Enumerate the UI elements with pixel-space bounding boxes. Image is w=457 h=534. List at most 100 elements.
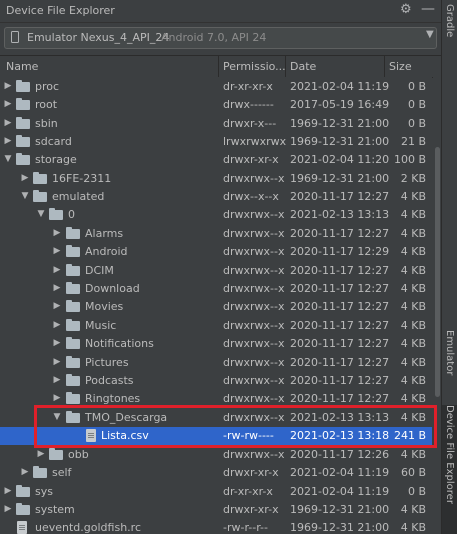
file-date: 2020-11-17 12:27 — [290, 264, 390, 277]
collapsed-arrow-icon[interactable]: ▶ — [3, 118, 13, 128]
collapsed-arrow-icon[interactable]: ▶ — [52, 375, 62, 385]
file-permissions: drwxrwx--x — [223, 392, 285, 405]
expanded-arrow-icon[interactable]: ▼ — [20, 191, 30, 201]
expanded-arrow-icon[interactable]: ▼ — [36, 209, 46, 219]
tree-row[interactable]: ▶ sys dr-xr-xr-x 2021-02-04 11:19 0 B — [0, 483, 432, 501]
collapsed-arrow-icon[interactable]: ▶ — [3, 99, 13, 109]
collapsed-arrow-icon[interactable]: ▶ — [3, 136, 13, 146]
collapsed-arrow-icon[interactable]: ▶ — [20, 173, 30, 183]
file-date: 1969-12-31 21:00 — [290, 521, 390, 534]
collapsed-arrow-icon[interactable]: ▶ — [52, 393, 62, 403]
symlink-folder-icon — [16, 135, 30, 147]
collapsed-arrow-icon[interactable]: ▶ — [52, 301, 62, 311]
tree-row[interactable]: ▶ Alarms drwxrwx--x 2020-11-17 12:27 4 KB — [0, 225, 432, 243]
file-permissions: drwx--x--x — [223, 190, 279, 203]
file-size: 100 B — [393, 153, 426, 166]
file-name: DCIM — [85, 264, 114, 277]
tree-row[interactable]: ▶ Download drwxrwx--x 2020-11-17 12:27 4 KB — [0, 280, 432, 298]
device-selector[interactable]: Emulator Nexus_4_API_24 Android 7.0, API… — [4, 27, 437, 49]
collapsed-arrow-icon[interactable]: ▶ — [52, 320, 62, 330]
file-name: sys — [35, 485, 53, 498]
tree-row[interactable]: ▶ Music drwxrwx--x 2020-11-17 12:27 4 KB — [0, 317, 432, 335]
column-divider[interactable] — [285, 56, 286, 77]
vertical-scrollbar[interactable] — [433, 77, 441, 534]
expanded-arrow-icon[interactable]: ▼ — [3, 154, 13, 164]
gear-icon[interactable]: ⚙ — [400, 2, 412, 17]
file-name: Download — [85, 282, 140, 295]
file-name: emulated — [52, 190, 105, 203]
file-size: 4 KB — [400, 227, 426, 240]
tree-row[interactable]: ▶ Pictures drwxrwx--x 2020-11-17 12:27 4 KB — [0, 354, 432, 372]
file-name: root — [35, 98, 58, 111]
column-divider[interactable] — [218, 56, 219, 77]
file-size: 4 KB — [400, 190, 426, 203]
tree-row[interactable]: ▶ Podcasts drwxrwx--x 2020-11-17 12:27 4 KB — [0, 372, 432, 390]
collapsed-arrow-icon[interactable]: ▶ — [3, 486, 13, 496]
collapsed-arrow-icon[interactable]: ▶ — [3, 504, 13, 514]
tree-row[interactable]: ▶ obb drwxrwx--x 2020-11-17 12:26 4 KB — [0, 446, 432, 464]
tree-row[interactable]: ▶ self drwxr-xr-x 2021-02-04 11:19 60 B — [0, 464, 432, 482]
tab-device-file-explorer-label: Device File Explorer — [444, 405, 455, 504]
minimize-icon[interactable]: — — [421, 1, 435, 17]
file-name: Movies — [85, 300, 124, 313]
tree-row[interactable]: ▶ proc dr-xr-xr-x 2021-02-04 11:19 0 B — [0, 78, 432, 96]
file-size: 0 B — [407, 98, 426, 111]
tree-row[interactable]: ▼ storage drwxr-xr-x 2021-02-04 11:20 100 B — [0, 151, 432, 169]
tree-row[interactable]: ▼ emulated drwx--x--x 2020-11-17 12:27 4 KB — [0, 188, 432, 206]
tree-row[interactable]: ▶ DCIM drwxrwx--x 2020-11-17 12:27 4 KB — [0, 262, 432, 280]
column-permissions[interactable]: Permissio... — [223, 60, 286, 73]
column-name[interactable]: Name — [6, 60, 38, 73]
scrollbar-thumb[interactable] — [435, 147, 440, 397]
folder-icon — [16, 153, 30, 165]
tree-row[interactable]: ▶ sdcard lrwxrwxrwx 1969-12-31 21:00 21 B — [0, 133, 432, 151]
chevron-down-icon[interactable]: ▼ — [426, 29, 434, 40]
file-icon — [17, 521, 27, 534]
tree-row[interactable]: ▶ Movies drwxrwx--x 2020-11-17 12:27 4 KB — [0, 298, 432, 316]
tab-emulator[interactable]: Emulator — [442, 330, 457, 400]
file-permissions: drwxrwx--x — [223, 374, 285, 387]
collapsed-arrow-icon[interactable]: ▶ — [52, 338, 62, 348]
tree-row[interactable]: ▶ 16FE-2311 drwxrwx--x 1969-12-31 21:00 2 KB — [0, 170, 432, 188]
file-date: 2020-11-17 12:29 — [290, 245, 390, 258]
collapsed-arrow-icon[interactable]: ▶ — [3, 81, 13, 91]
file-permissions: dr-xr-xr-x — [223, 80, 273, 93]
column-size[interactable]: Size — [389, 60, 412, 73]
tree-row[interactable]: ▼ 0 drwxrwx--x 2021-02-13 13:13 4 KB — [0, 206, 432, 224]
file-permissions: lrwxrwxrwx — [223, 135, 287, 148]
file-permissions: drwxrwx--x — [223, 245, 285, 258]
file-name: ueventd.goldfish.rc — [35, 521, 141, 534]
tab-gradle[interactable]: Gradle — [442, 4, 457, 64]
folder-icon — [16, 98, 30, 110]
tree-row[interactable]: ueventd.goldfish.rc -rw-r--r-- 1969-12-31 … — [0, 519, 432, 534]
collapsed-arrow-icon[interactable]: ▶ — [20, 467, 30, 477]
file-permissions: drwxrwx--x — [223, 172, 285, 185]
file-permissions: drwxrwx--x — [223, 282, 285, 295]
file-tree: ▶ proc dr-xr-xr-x 2021-02-04 11:19 0 B ▶ root… — [0, 77, 432, 534]
column-date[interactable]: Date — [290, 60, 316, 73]
file-date: 2020-11-17 12:27 — [290, 337, 390, 350]
collapsed-arrow-icon[interactable]: ▶ — [36, 449, 46, 459]
file-permissions: dr-xr-xr-x — [223, 485, 273, 498]
tree-row[interactable]: ▶ Android drwxrwx--x 2020-11-17 12:29 4 KB — [0, 243, 432, 261]
collapsed-arrow-icon[interactable]: ▶ — [52, 357, 62, 367]
file-date: 2020-11-17 12:27 — [290, 300, 390, 313]
collapsed-arrow-icon[interactable]: ▶ — [52, 265, 62, 275]
file-size: 4 KB — [400, 264, 426, 277]
file-size: 4 KB — [400, 503, 426, 516]
file-name: Android — [85, 245, 128, 258]
folder-icon — [66, 264, 80, 276]
file-name: Pictures — [85, 356, 129, 369]
collapsed-arrow-icon[interactable]: ▶ — [52, 246, 62, 256]
collapsed-arrow-icon[interactable]: ▶ — [52, 283, 62, 293]
tree-row[interactable]: ▶ system drwxr-xr-x 1969-12-31 21:00 4 KB — [0, 501, 432, 519]
file-size: 0 B — [407, 80, 426, 93]
collapsed-arrow-icon[interactable]: ▶ — [52, 228, 62, 238]
tree-row[interactable]: ▶ Notifications drwxrwx--x 2020-11-17 12:27… — [0, 335, 432, 353]
tree-row[interactable]: ▶ sbin drwxr-x--- 1969-12-31 21:00 0 B — [0, 115, 432, 133]
column-divider[interactable] — [384, 56, 385, 77]
file-name: Notifications — [85, 337, 154, 350]
file-size: 4 KB — [400, 392, 426, 405]
tab-device-file-explorer[interactable]: Device File Explorer — [442, 405, 457, 534]
file-permissions: drwx------ — [223, 98, 274, 111]
tree-row[interactable]: ▶ root drwx------ 2017-05-19 16:49 0 B — [0, 96, 432, 114]
